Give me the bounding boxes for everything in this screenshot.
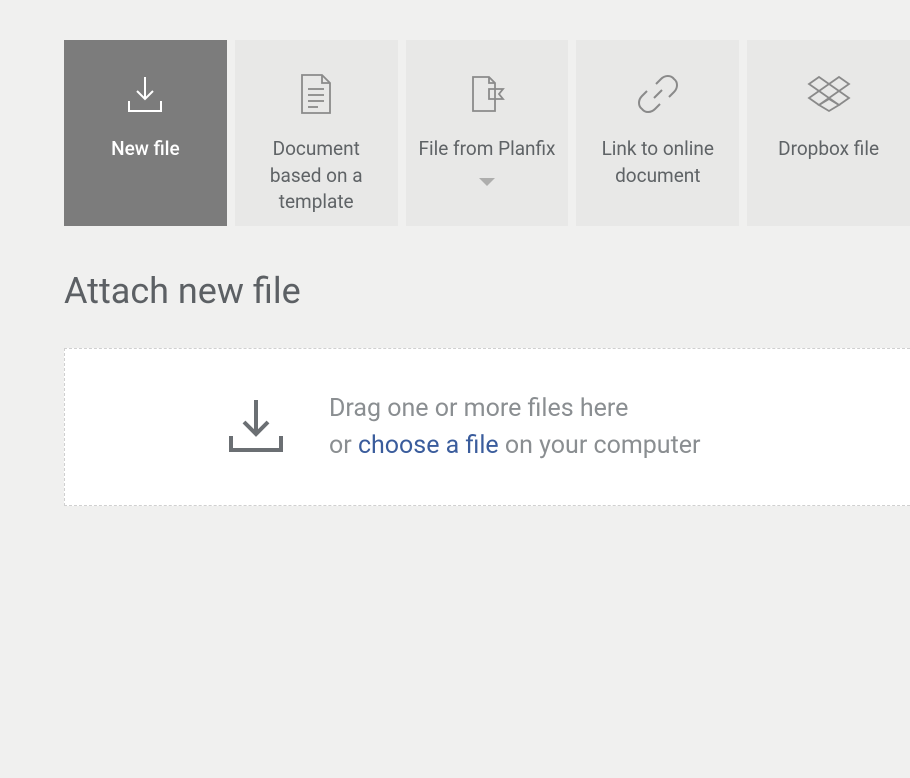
- file-flag-icon: [467, 70, 507, 118]
- download-icon: [125, 70, 165, 118]
- link-icon: [638, 70, 678, 118]
- tab-dropbox-file[interactable]: Dropbox file: [747, 40, 910, 226]
- tabs-container: New file Document based on a template: [0, 0, 910, 226]
- tab-label: Dropbox file: [766, 136, 891, 163]
- tab-document-template[interactable]: Document based on a template: [235, 40, 398, 226]
- tab-link-online-document[interactable]: Link to online document: [576, 40, 739, 226]
- tab-file-from-planfix[interactable]: File from Planfix: [406, 40, 569, 226]
- download-icon: [225, 396, 287, 458]
- tab-label: New file: [99, 136, 192, 163]
- dropzone-line1: Drag one or more files here: [329, 390, 701, 428]
- choose-file-link[interactable]: choose a file: [358, 431, 499, 460]
- tab-label: File from Planfix: [406, 136, 567, 163]
- file-dropzone[interactable]: Drag one or more files here or choose a …: [64, 348, 910, 506]
- tab-new-file[interactable]: New file: [64, 40, 227, 226]
- dropzone-text: Drag one or more files here or choose a …: [329, 390, 701, 465]
- dropbox-icon: [807, 70, 851, 118]
- page-title: Attach new file: [64, 270, 910, 312]
- tab-label: Document based on a template: [235, 136, 398, 216]
- document-icon: [298, 70, 334, 118]
- content-area: Attach new file Drag one or more files h…: [0, 226, 910, 506]
- dropzone-line2: or choose a file on your computer: [329, 427, 701, 465]
- chevron-down-icon: [479, 173, 495, 192]
- tab-label: Link to online document: [576, 136, 739, 189]
